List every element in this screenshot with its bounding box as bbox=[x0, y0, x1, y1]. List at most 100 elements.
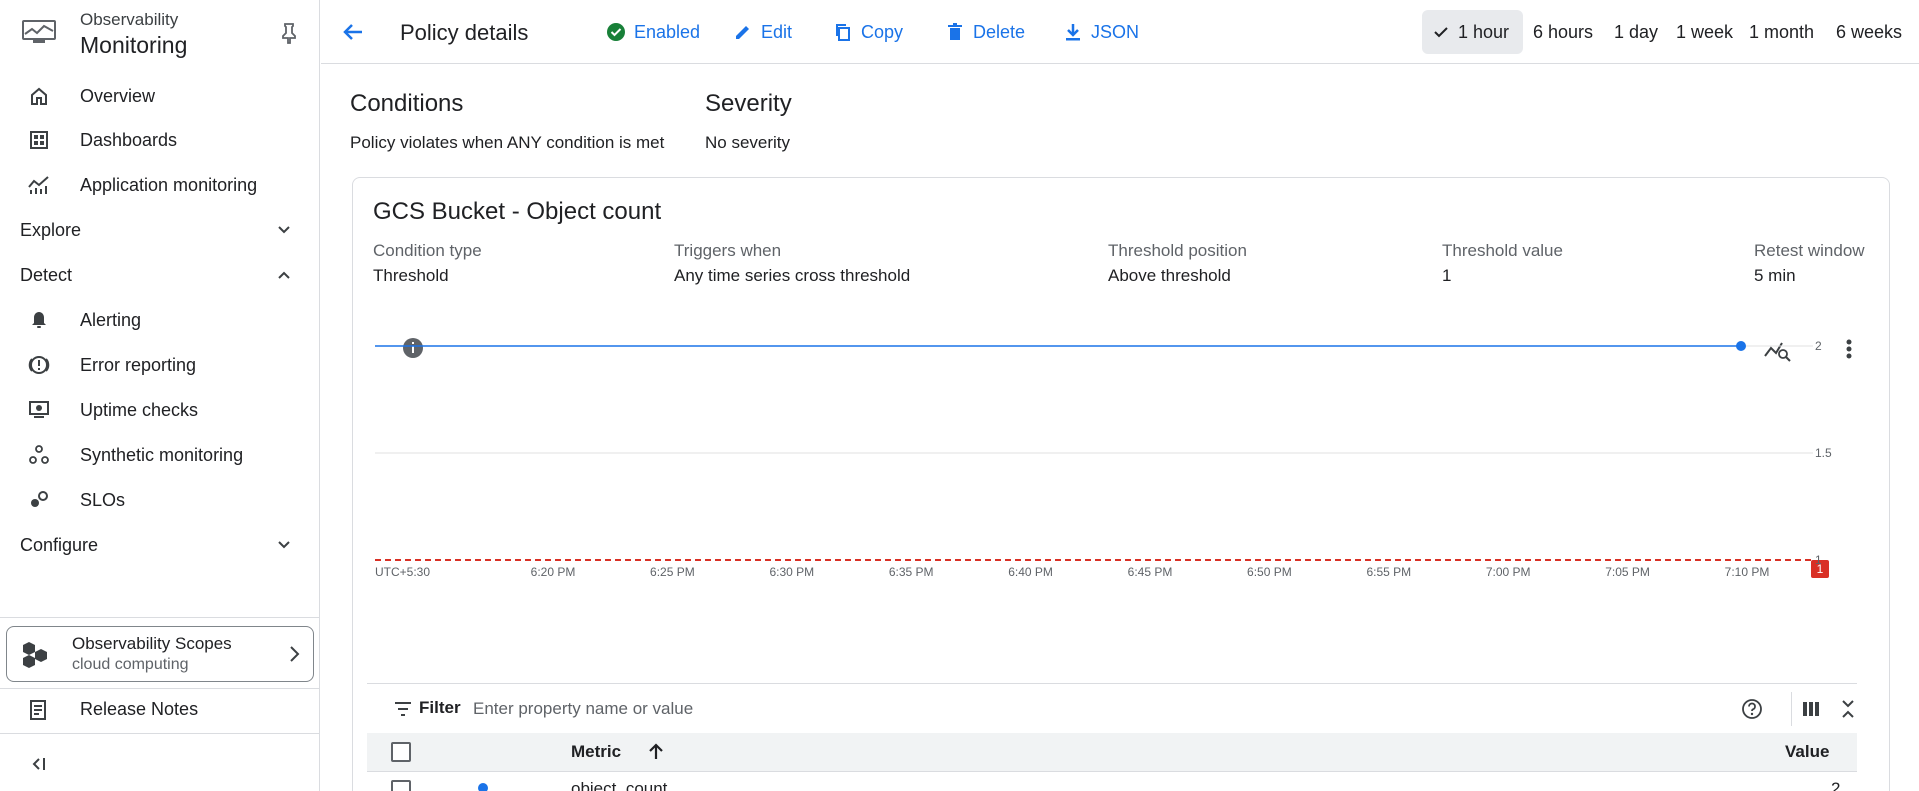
series-color-dot bbox=[478, 783, 488, 791]
scope-title: Observability Scopes bbox=[72, 634, 232, 653]
sidebar-divider bbox=[0, 733, 320, 734]
help-icon[interactable] bbox=[1741, 698, 1763, 720]
x-tick-label: 7:10 PM bbox=[1725, 565, 1770, 579]
time-range-1-hour[interactable]: 1 hour bbox=[1422, 10, 1523, 54]
sidebar-item-label: Uptime checks bbox=[80, 399, 199, 420]
sidebar-item-synthetic-monitoring[interactable]: Synthetic monitoring bbox=[0, 433, 320, 477]
time-range-6-hours[interactable]: 6 hours bbox=[1523, 10, 1603, 54]
metric-cell: object_count bbox=[571, 779, 668, 791]
sidebar-item-overview[interactable]: Overview bbox=[0, 74, 320, 118]
delete-label: Delete bbox=[973, 21, 1026, 42]
filter-label: Filter bbox=[419, 698, 461, 717]
sidebar-section-configure[interactable]: Configure bbox=[0, 523, 320, 567]
synthetic-icon bbox=[28, 444, 50, 466]
product-subtitle: Observability bbox=[80, 10, 179, 29]
delete-button[interactable]: Delete bbox=[945, 19, 1025, 45]
sidebar-item-slos[interactable]: SLOs bbox=[0, 478, 320, 522]
chevron-right-icon bbox=[290, 646, 300, 662]
sidebar-item-label: Error reporting bbox=[80, 354, 197, 375]
sidebar-item-uptime-checks[interactable]: Uptime checks bbox=[0, 388, 320, 432]
x-tick-label: 6:50 PM bbox=[1247, 565, 1292, 579]
sidebar: Observability Monitoring Overview Dashbo… bbox=[0, 0, 320, 791]
chevron-down-icon bbox=[278, 226, 290, 234]
trash-icon bbox=[948, 23, 962, 40]
observability-scopes-button[interactable]: Observability Scopes cloud computing bbox=[6, 626, 314, 682]
copy-button[interactable]: Copy bbox=[833, 19, 903, 45]
dashboard-icon bbox=[28, 129, 50, 151]
copy-label: Copy bbox=[861, 21, 904, 42]
check-icon bbox=[1434, 27, 1448, 38]
x-tick-label: 7:00 PM bbox=[1486, 565, 1531, 579]
copy-icon bbox=[836, 24, 850, 41]
time-range-6-weeks[interactable]: 6 weeks bbox=[1826, 10, 1912, 54]
more-options-icon[interactable] bbox=[1846, 339, 1852, 359]
sidebar-item-dashboards[interactable]: Dashboards bbox=[0, 118, 320, 162]
enabled-status-toggle[interactable]: Enabled bbox=[606, 19, 700, 45]
sidebar-section-detect[interactable]: Detect bbox=[0, 253, 320, 297]
sidebar-divider bbox=[0, 617, 320, 618]
product-header: Observability Monitoring bbox=[0, 0, 320, 66]
sidebar-item-label: SLOs bbox=[80, 489, 126, 510]
monitoring-logo-icon bbox=[22, 20, 56, 43]
sidebar-section-explore[interactable]: Explore bbox=[0, 208, 320, 252]
back-arrow-icon[interactable] bbox=[341, 20, 365, 44]
bell-icon bbox=[28, 309, 50, 331]
sort-ascending-icon[interactable] bbox=[646, 742, 666, 762]
edit-button[interactable]: Edit bbox=[733, 19, 792, 45]
home-icon bbox=[28, 85, 50, 107]
condition-type-value: Threshold bbox=[373, 266, 449, 285]
toolbar-divider bbox=[1791, 692, 1792, 726]
columns-icon[interactable] bbox=[1800, 698, 1822, 720]
pin-icon[interactable] bbox=[279, 22, 299, 44]
x-tick-label: 6:30 PM bbox=[769, 565, 814, 579]
triggers-when-value: Any time series cross threshold bbox=[674, 266, 911, 285]
condition-title: GCS Bucket - Object count bbox=[373, 198, 662, 225]
sidebar-item-application-monitoring[interactable]: Application monitoring bbox=[0, 163, 320, 207]
value-column-header[interactable]: Value bbox=[1785, 742, 1829, 762]
table-row[interactable]: object_count 2 bbox=[367, 771, 1857, 791]
time-range-1-month[interactable]: 1 month bbox=[1739, 10, 1824, 54]
collapse-sidebar-icon[interactable] bbox=[28, 753, 50, 775]
sidebar-item-alerting[interactable]: Alerting bbox=[0, 298, 320, 342]
pencil-icon bbox=[736, 26, 749, 39]
time-range-1-day[interactable]: 1 day bbox=[1604, 10, 1668, 54]
metric-column-header[interactable]: Metric bbox=[571, 742, 621, 762]
x-tick-label: 6:40 PM bbox=[1008, 565, 1053, 579]
release-notes-link[interactable]: Release Notes bbox=[0, 688, 320, 732]
download-icon bbox=[1066, 24, 1080, 41]
release-notes-label: Release Notes bbox=[80, 699, 199, 719]
scope-subtitle: cloud computing bbox=[72, 656, 189, 673]
download-json-button[interactable]: JSON bbox=[1063, 19, 1139, 45]
filter-input[interactable] bbox=[473, 696, 1373, 722]
edit-label: Edit bbox=[761, 21, 793, 42]
time-range-label: 6 weeks bbox=[1836, 21, 1903, 42]
page-header: Policy details Enabled Edit Copy Delete … bbox=[321, 0, 1919, 64]
sidebar-item-label: Application monitoring bbox=[80, 174, 258, 195]
time-range-label: 1 week bbox=[1676, 21, 1734, 42]
section-label: Configure bbox=[20, 534, 99, 555]
y-tick-label: 1.5 bbox=[1815, 446, 1832, 460]
sidebar-item-label: Overview bbox=[80, 85, 156, 106]
json-label: JSON bbox=[1091, 21, 1140, 42]
product-title: Monitoring bbox=[80, 32, 188, 58]
section-label: Explore bbox=[20, 219, 82, 240]
x-tick-label: 6:25 PM bbox=[650, 565, 695, 579]
sidebar-item-label: Alerting bbox=[80, 309, 142, 330]
sidebar-item-label: Synthetic monitoring bbox=[80, 444, 244, 465]
collapse-table-icon[interactable] bbox=[1837, 698, 1859, 720]
enabled-label: Enabled bbox=[634, 21, 701, 42]
x-tick-label: 7:05 PM bbox=[1605, 565, 1650, 579]
section-label: Detect bbox=[20, 264, 73, 285]
row-checkbox[interactable] bbox=[391, 780, 411, 791]
severity-value: No severity bbox=[705, 133, 791, 152]
time-range-1-week[interactable]: 1 week bbox=[1666, 10, 1743, 54]
x-tick-label: 6:35 PM bbox=[889, 565, 934, 579]
info-icon[interactable] bbox=[403, 338, 423, 358]
select-all-checkbox[interactable] bbox=[391, 742, 411, 762]
condition-card: GCS Bucket - Object count Condition type… bbox=[352, 177, 1890, 791]
condition-type-label: Condition type bbox=[373, 241, 482, 260]
value-cell: 2 bbox=[1831, 779, 1841, 791]
conditions-summary: Policy violates when ANY condition is me… bbox=[350, 133, 665, 152]
sidebar-item-error-reporting[interactable]: Error reporting bbox=[0, 343, 320, 387]
slo-icon bbox=[28, 489, 50, 511]
